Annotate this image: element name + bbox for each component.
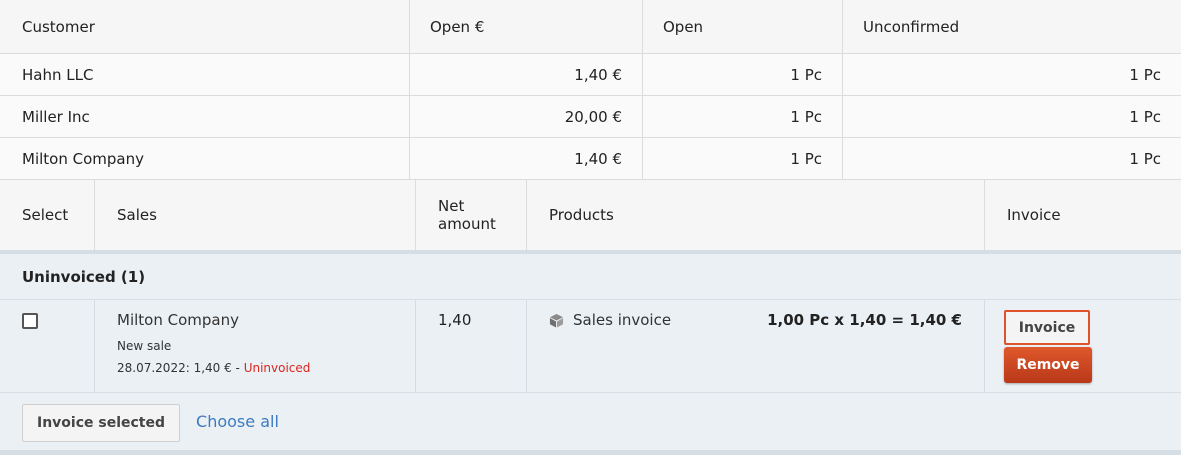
- product-line: Sales invoice 1,00 Pc x 1,40 = 1,40 €: [549, 311, 962, 329]
- sale-details: Milton Company New sale 28.07.2022: 1,40…: [95, 300, 416, 392]
- product-cell: Sales invoice 1,00 Pc x 1,40 = 1,40 €: [527, 300, 985, 392]
- remove-button[interactable]: Remove: [1004, 347, 1092, 383]
- product-name: Sales invoice: [573, 311, 672, 329]
- invoice-selected-button[interactable]: Invoice selected: [22, 403, 181, 442]
- table-row: Hahn LLC 1,40 € 1 Pc 1 Pc: [0, 54, 1181, 96]
- invoice-actions: Invoice Remove: [985, 300, 1181, 392]
- open-eur-value: 20,00 €: [410, 96, 643, 137]
- sales-table: Select Sales Net amount Products Invoice…: [0, 180, 1181, 455]
- product-info: Sales invoice: [549, 311, 671, 329]
- product-calculation: 1,00 Pc x 1,40 = 1,40 €: [767, 311, 962, 329]
- invoice-button[interactable]: Invoice: [1004, 310, 1090, 345]
- sale-type: New sale: [117, 339, 172, 353]
- customer-summary-table: Customer Open € Open Unconfirmed Hahn LL…: [0, 0, 1181, 180]
- open-eur-value: 1,40 €: [410, 138, 643, 179]
- unconfirmed-value: 1 Pc: [1129, 149, 1161, 168]
- column-header-invoice: Invoice: [1007, 206, 1061, 224]
- sale-date-amount: 28.07.2022: 1,40 € -: [117, 361, 244, 375]
- group-header-uninvoiced: Uninvoiced (1): [0, 254, 1181, 300]
- sale-customer-name: Milton Company: [117, 311, 239, 329]
- unconfirmed-value: 1 Pc: [1129, 107, 1161, 126]
- choose-all-link[interactable]: Choose all: [196, 412, 279, 431]
- sales-table-header: Select Sales Net amount Products Invoice: [0, 180, 1181, 254]
- customer-name: Hahn LLC: [0, 54, 410, 95]
- open-value: 1 Pc: [643, 96, 843, 137]
- customer-table-header: Customer Open € Open Unconfirmed: [0, 0, 1181, 54]
- column-header-select: Select: [0, 180, 95, 250]
- unconfirmed-value: 1 Pc: [1129, 65, 1161, 84]
- column-header-net-amount: Net amount: [416, 180, 527, 250]
- open-value: 1 Pc: [643, 54, 843, 95]
- status-label: Uninvoiced: [243, 361, 311, 375]
- table-row: Milton Company 1,40 € 1 Pc 1 Pc: [0, 138, 1181, 180]
- table-row: Miller Inc 20,00 € 1 Pc 1 Pc: [0, 96, 1181, 138]
- sales-footer: Invoice selected Choose all: [0, 393, 1181, 455]
- column-header-products: Products: [527, 180, 985, 250]
- column-header-open[interactable]: Open: [643, 0, 843, 53]
- select-cell: [0, 300, 95, 392]
- customer-name: Miller Inc: [0, 96, 410, 137]
- open-value: 1 Pc: [643, 138, 843, 179]
- column-header-customer[interactable]: Customer: [0, 0, 410, 53]
- sale-date-status: 28.07.2022: 1,40 € - Uninvoiced: [117, 357, 393, 379]
- sale-row: Milton Company New sale 28.07.2022: 1,40…: [0, 300, 1181, 393]
- customer-name: Milton Company: [0, 138, 410, 179]
- column-header-open-eur[interactable]: Open €: [410, 0, 643, 53]
- column-header-sales: Sales: [95, 180, 416, 250]
- open-eur-value: 1,40 €: [410, 54, 643, 95]
- select-checkbox[interactable]: [22, 313, 38, 329]
- box-icon: [549, 313, 564, 328]
- column-header-unconfirmed[interactable]: Unconfirmed: [843, 0, 1181, 53]
- net-amount-value: 1,40: [416, 300, 527, 392]
